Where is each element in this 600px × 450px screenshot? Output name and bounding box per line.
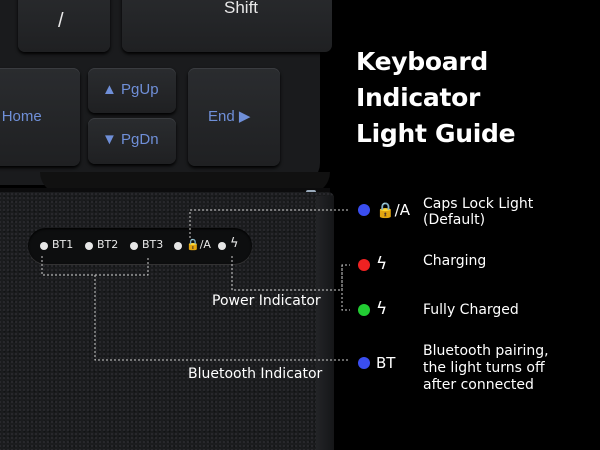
charging-text: Charging [423, 253, 487, 269]
bluetooth-indicator-callout: Bluetooth Indicator [188, 366, 323, 382]
bluetooth-text-2: the light turns off [423, 360, 545, 376]
caps-lock-dot [358, 204, 370, 216]
caps-lock-text-default: (Default) [423, 212, 486, 228]
lightning-icon: ϟ [376, 254, 388, 274]
keyboard-indicator-guide: / Shift ◀ Home ▲ PgUp ▼ PgDn End ▶ BT1 B… [0, 0, 600, 450]
bluetooth-text-1: Bluetooth pairing, [423, 343, 549, 359]
charged-dot [358, 304, 370, 316]
bluetooth-dot [358, 357, 370, 369]
power-indicator-callout: Power Indicator [212, 293, 321, 309]
caps-lock-icon: 🔒/A [376, 201, 410, 219]
bluetooth-label: BT [376, 354, 396, 372]
caps-lock-text: Caps Lock Light [423, 196, 534, 212]
fully-charged-text: Fully Charged [423, 302, 519, 318]
charging-dot [358, 259, 370, 271]
page-title: Keyboard Indicator Light Guide [356, 47, 516, 148]
bluetooth-text-3: after connected [423, 377, 534, 393]
lightning-icon: ϟ [376, 299, 388, 319]
